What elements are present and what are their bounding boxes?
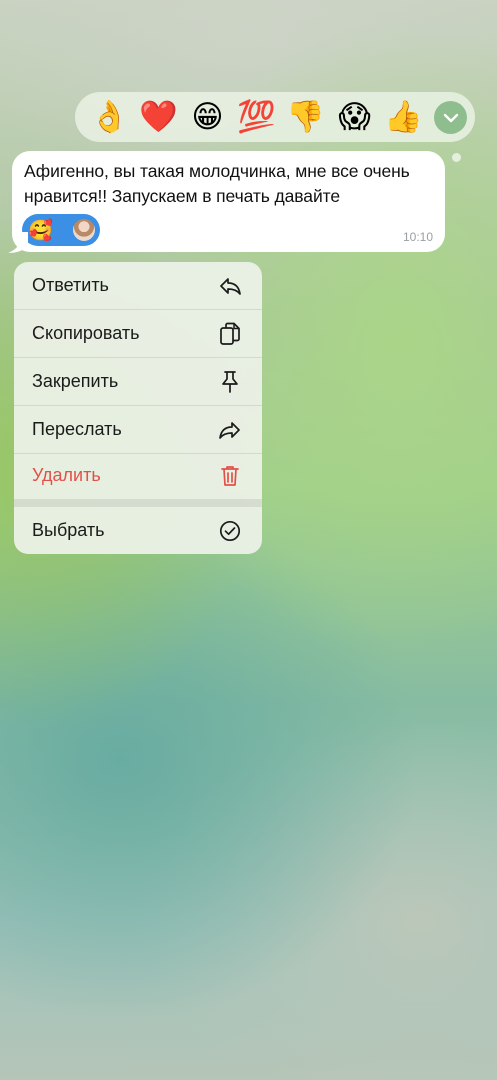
- menu-item-copy[interactable]: Скопировать: [14, 310, 262, 357]
- reaction-bar-tail-dot: [452, 153, 461, 162]
- chevron-down-icon: [443, 113, 458, 122]
- reaction-scream[interactable]: 😱: [330, 94, 379, 140]
- menu-item-forward[interactable]: Переслать: [14, 406, 262, 453]
- reaction-grin[interactable]: 😁: [183, 94, 232, 140]
- reply-icon: [218, 274, 242, 298]
- grinning-face-icon: 😁: [191, 98, 224, 135]
- ok-hand-icon: 👌: [90, 98, 129, 135]
- reaction-thumbs-up[interactable]: 👍: [379, 94, 428, 140]
- context-menu: Ответить Скопировать Закрепить Переслать: [14, 262, 262, 554]
- hundred-points-icon: 💯: [237, 98, 276, 135]
- reaction-100[interactable]: 💯: [232, 94, 281, 140]
- menu-item-label: Переслать: [32, 419, 122, 439]
- copy-icon: [218, 322, 242, 346]
- avatar: [71, 217, 97, 243]
- menu-item-select[interactable]: Выбрать: [14, 507, 262, 554]
- reaction-bar: 👌 ❤️ 😁 💯 👎 😱 👍: [75, 92, 475, 142]
- forward-icon: [218, 418, 242, 442]
- reaction-ok-hand[interactable]: 👌: [85, 94, 134, 140]
- heart-icon: ❤️: [139, 98, 178, 135]
- smiling-face-with-hearts-icon: 🥰: [28, 218, 53, 242]
- menu-item-label: Скопировать: [32, 323, 140, 343]
- pin-icon: [218, 370, 242, 394]
- message-reaction-chip[interactable]: 🥰: [22, 214, 100, 246]
- menu-item-reply[interactable]: Ответить: [14, 262, 262, 309]
- menu-item-pin[interactable]: Закрепить: [14, 358, 262, 405]
- menu-item-delete[interactable]: Удалить: [14, 452, 262, 499]
- menu-item-label: Удалить: [32, 465, 101, 485]
- menu-item-label: Ответить: [32, 275, 109, 295]
- trash-icon: [218, 464, 242, 488]
- menu-section-gap: [14, 499, 262, 507]
- reaction-heart[interactable]: ❤️: [134, 94, 183, 140]
- thumbs-up-icon: 👍: [384, 98, 423, 135]
- message-text: Афигенно, вы такая молодчинка, мне все о…: [24, 161, 410, 206]
- screaming-face-icon: 😱: [338, 98, 371, 135]
- reaction-thumbs-down[interactable]: 👎: [281, 94, 330, 140]
- menu-item-label: Закрепить: [32, 371, 119, 391]
- checkmark-circle-icon: [218, 519, 242, 543]
- expand-reactions-button[interactable]: [434, 101, 467, 134]
- thumbs-down-icon: 👎: [286, 98, 325, 135]
- message-bubble[interactable]: Афигенно, вы такая молодчинка, мне все о…: [12, 151, 445, 252]
- message-time: 10:10: [402, 230, 433, 244]
- menu-item-label: Выбрать: [32, 520, 105, 540]
- message-tail: [8, 232, 28, 253]
